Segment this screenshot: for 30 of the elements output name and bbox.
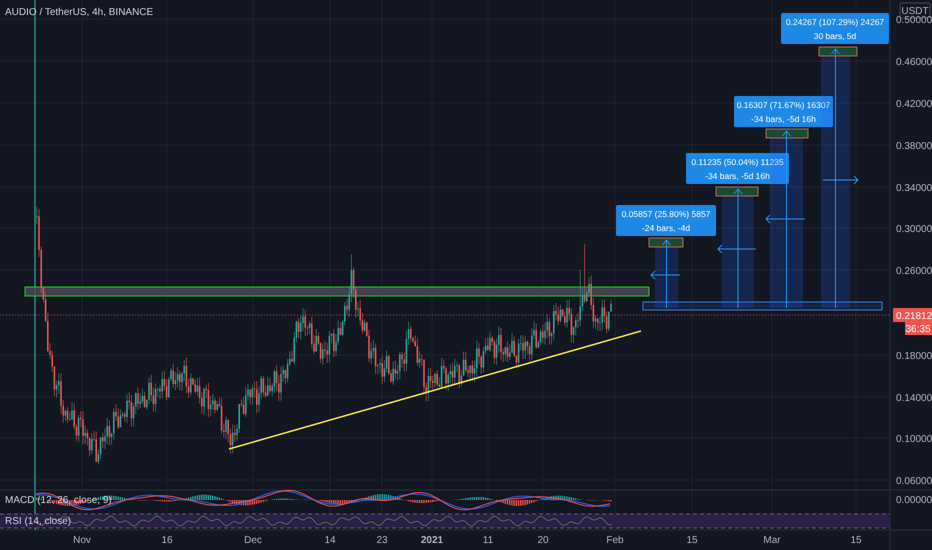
measurement-label: 0.16307 (71.67%) 16307 -34 bars, -5d 16h: [734, 96, 833, 127]
time-tick: 15: [850, 535, 862, 546]
indicator-label: RSI (14, close): [5, 516, 72, 527]
measurement-label: 0.24267 (107.29%) 24267 30 bars, 5d: [781, 13, 889, 44]
time-tick: 11: [482, 535, 494, 546]
time-tick: 2021: [420, 535, 444, 546]
price-tick: 0.14000: [896, 393, 932, 404]
price-tick: 0.38000: [896, 141, 932, 152]
price-tick: 0.00000: [896, 495, 932, 506]
time-tick: 20: [537, 535, 549, 546]
time-tick: Dec: [244, 535, 262, 546]
price-tick: 0.10000: [896, 434, 932, 445]
time-tick: Feb: [606, 535, 624, 546]
price-tick: 0.18000: [896, 351, 932, 362]
countdown-label: 36:35: [905, 322, 932, 335]
price-tick: 0.30000: [896, 224, 932, 235]
last-price-label: 0.21812: [893, 308, 932, 322]
price-tick: 0.06000: [896, 476, 932, 487]
price-tick: 0.46000: [896, 57, 932, 68]
measurement-label: 0.11235 (50.04%) 11235 -34 bars, -5d 16h: [686, 153, 789, 184]
time-tick: Mar: [763, 535, 781, 546]
time-tick: 14: [324, 535, 336, 546]
time-tick: 23: [376, 535, 388, 546]
time-tick: 15: [686, 535, 698, 546]
price-tick: 0.34000: [896, 183, 932, 194]
price-tick: 0.26000: [896, 266, 932, 277]
measurement-label: 0.05857 (25.80%) 5857 -24 bars, -4d: [616, 205, 716, 236]
price-tick: 0.42000: [896, 99, 932, 110]
time-tick: 16: [161, 535, 173, 546]
time-tick: Nov: [73, 535, 91, 546]
